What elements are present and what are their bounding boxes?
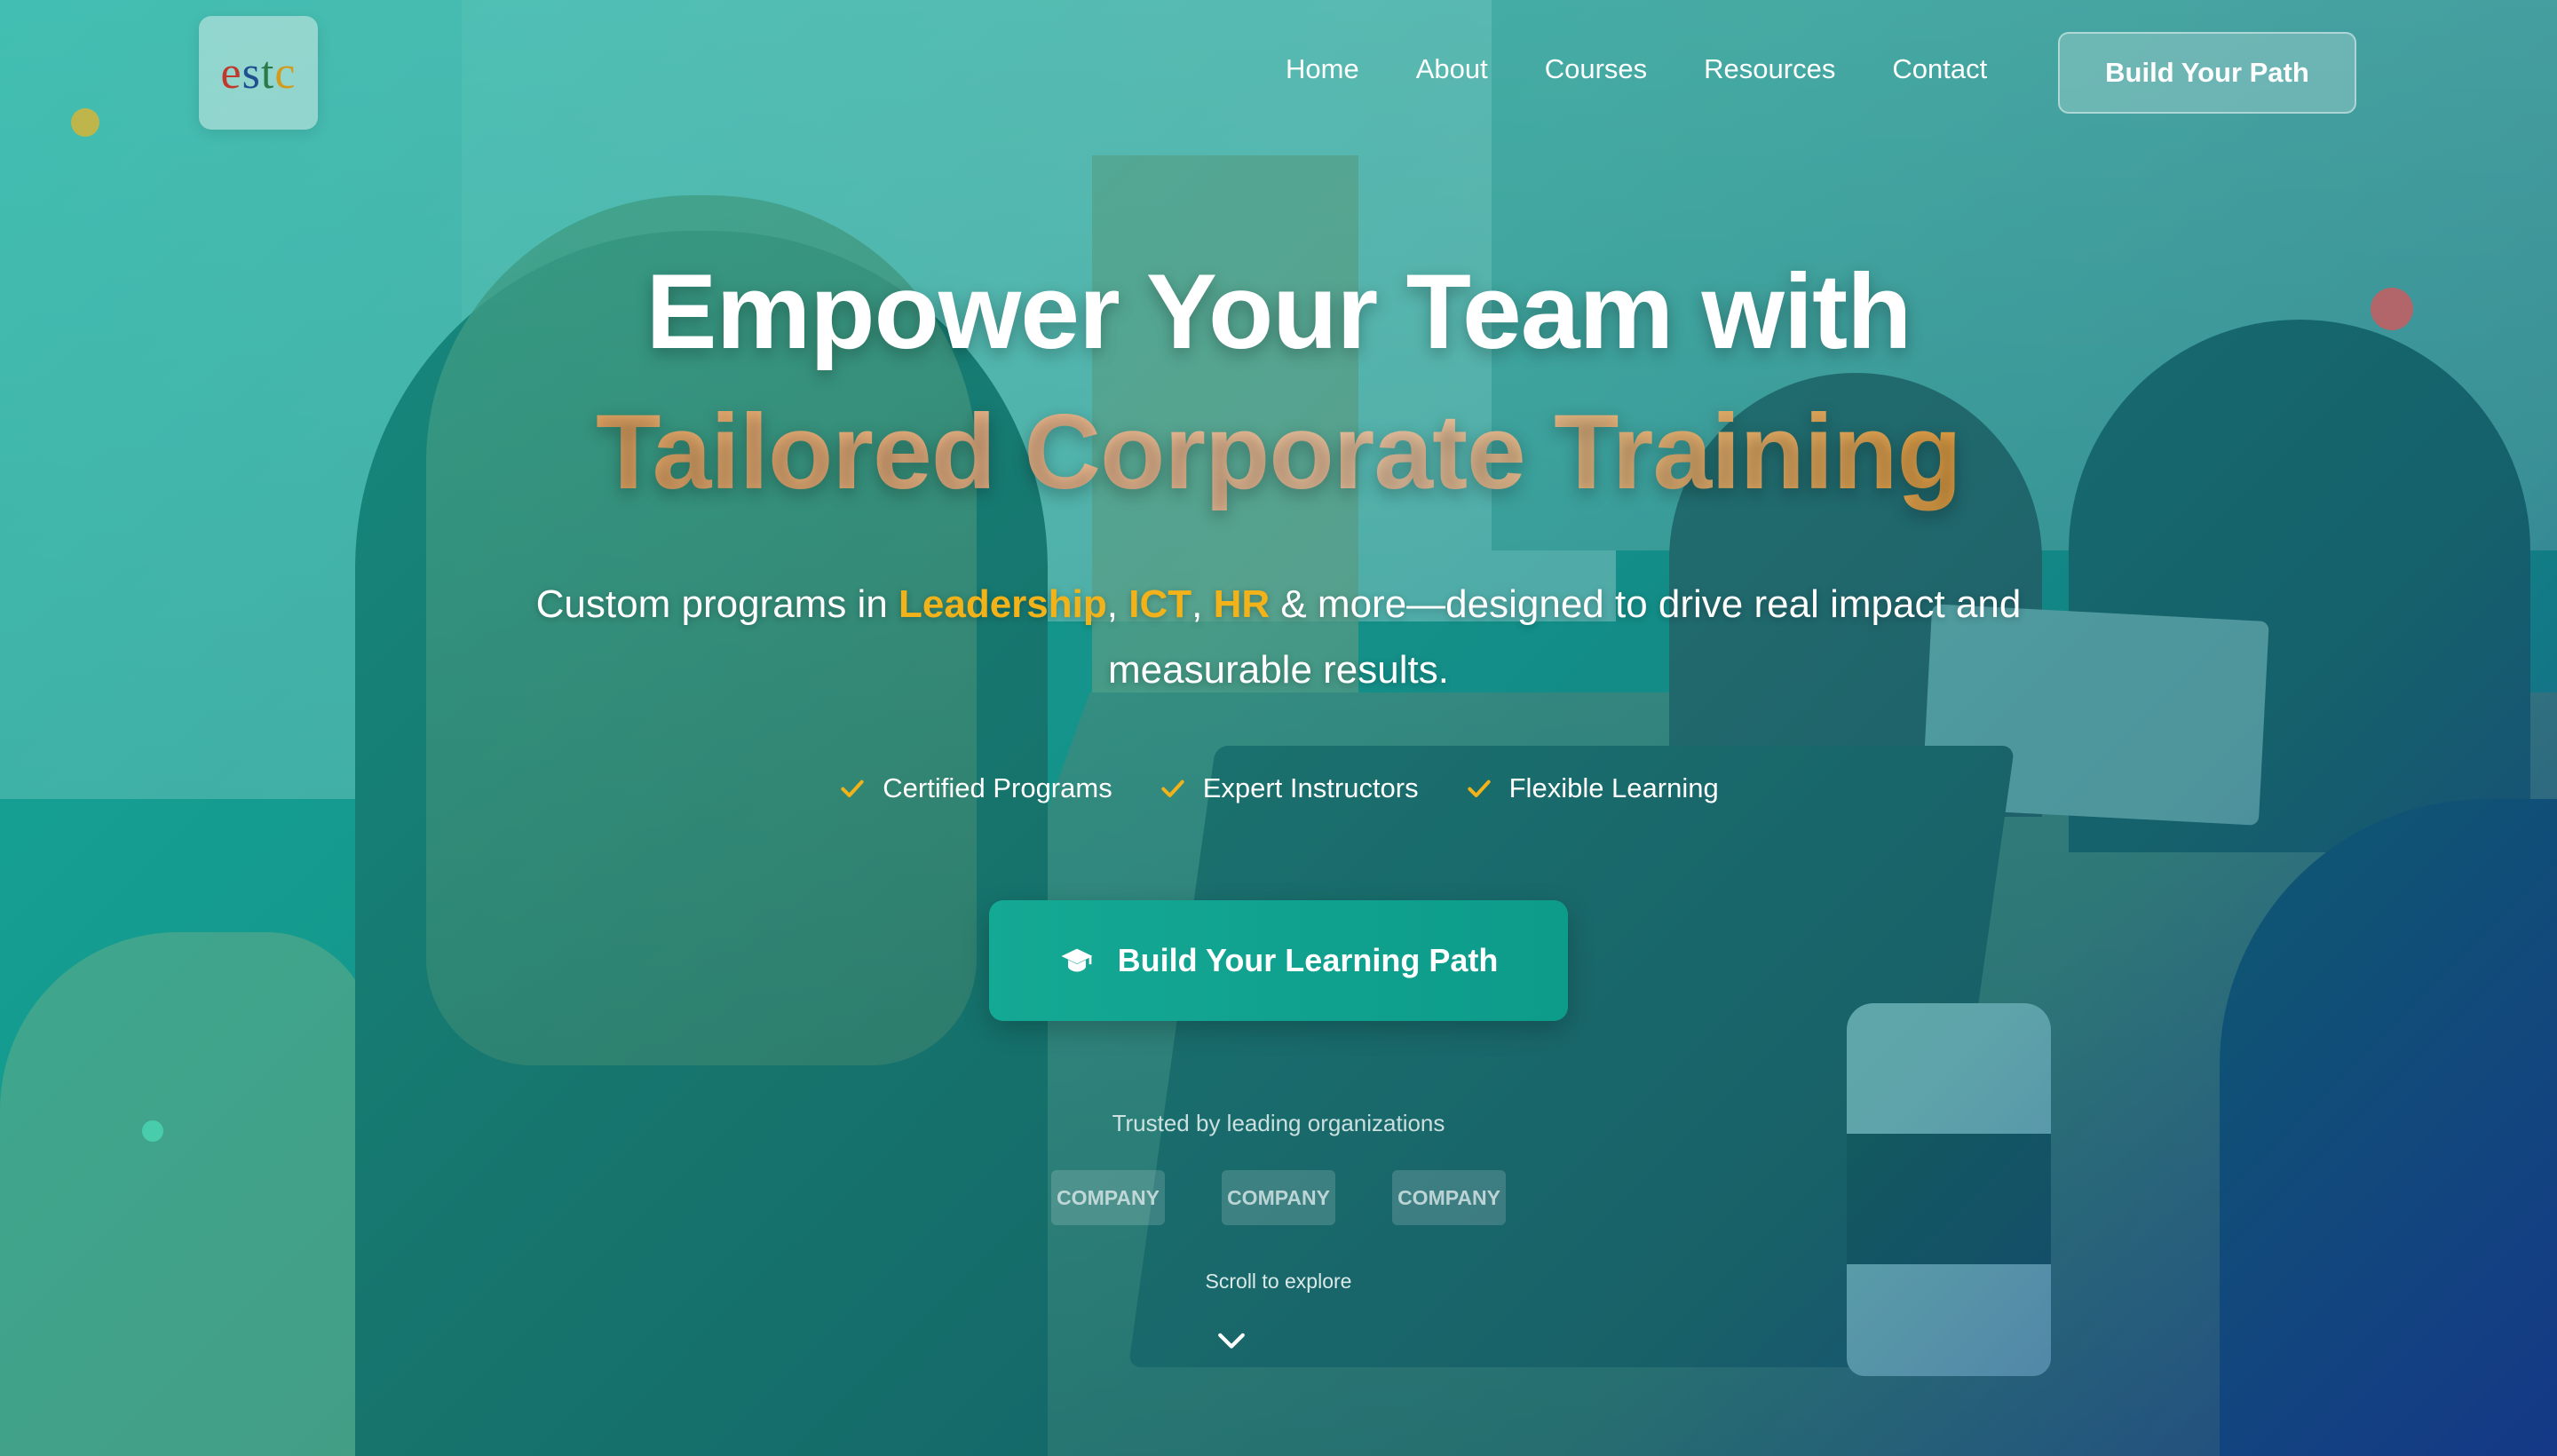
main-nav: Home About Courses Resources Contact (1286, 53, 2044, 85)
logo-letter: e (220, 47, 242, 99)
graduation-cap-icon (1061, 948, 1093, 972)
decorative-dot (71, 108, 99, 137)
feature-label: Flexible Learning (1508, 772, 1719, 803)
feature-item: Flexible Learning (1465, 772, 1719, 804)
hero-title-line2: Tailored Corporate Training (0, 382, 2557, 522)
check-icon (841, 779, 864, 797)
logo-letter: c (274, 47, 297, 99)
subtitle-highlight-hr: HR (1213, 582, 1271, 626)
subtitle-separator: , (1106, 582, 1129, 626)
company-logo: COMPANY (1222, 1170, 1335, 1225)
subtitle-highlight-leadership: Leadership (899, 582, 1107, 626)
nav-link-courses[interactable]: Courses (1545, 53, 1647, 85)
nav-link-contact[interactable]: Contact (1892, 53, 1987, 85)
nav-link-home[interactable]: Home (1286, 53, 1359, 85)
logo-letter: s (241, 47, 261, 99)
nav-link-about[interactable]: About (1416, 53, 1488, 85)
subtitle-separator: , (1191, 582, 1214, 626)
feature-item: Expert Instructors (1159, 772, 1419, 804)
build-your-path-button[interactable]: Build Your Path (2058, 32, 2356, 114)
build-learning-path-button[interactable]: Build Your Learning Path (989, 900, 1568, 1021)
company-logos: COMPANY COMPANY COMPANY (0, 1170, 2557, 1225)
feature-label: Expert Instructors (1202, 772, 1419, 803)
build-learning-path-label: Build Your Learning Path (1117, 942, 1499, 978)
hero-subtitle: Custom programs in Leadership, ICT, HR &… (497, 572, 2060, 703)
hero-title: Empower Your Team with Tailored Corporat… (0, 241, 2557, 522)
nav-link-resources[interactable]: Resources (1704, 53, 1835, 85)
subtitle-text: Custom programs in (535, 582, 899, 626)
company-logo: COMPANY (1051, 1170, 1165, 1225)
trusted-by-label: Trusted by leading organizations (1112, 1110, 1445, 1136)
chevron-down-icon[interactable] (1216, 1330, 1247, 1353)
hero-title-line1: Empower Your Team with (645, 252, 1912, 371)
subtitle-highlight-ict: ICT (1128, 582, 1192, 626)
feature-item: Certified Programs (838, 772, 1112, 804)
hero-color-overlay (0, 0, 2557, 1456)
feature-label: Certified Programs (883, 772, 1112, 803)
feature-list: Certified Programs Expert Instructors Fl… (0, 772, 2557, 804)
check-icon (1161, 779, 1184, 797)
check-icon (1467, 779, 1491, 797)
logo-letter: t (260, 47, 275, 99)
scroll-to-explore-label: Scroll to explore (1205, 1270, 1352, 1293)
logo[interactable]: e s t c (199, 16, 318, 130)
company-logo: COMPANY (1392, 1170, 1506, 1225)
